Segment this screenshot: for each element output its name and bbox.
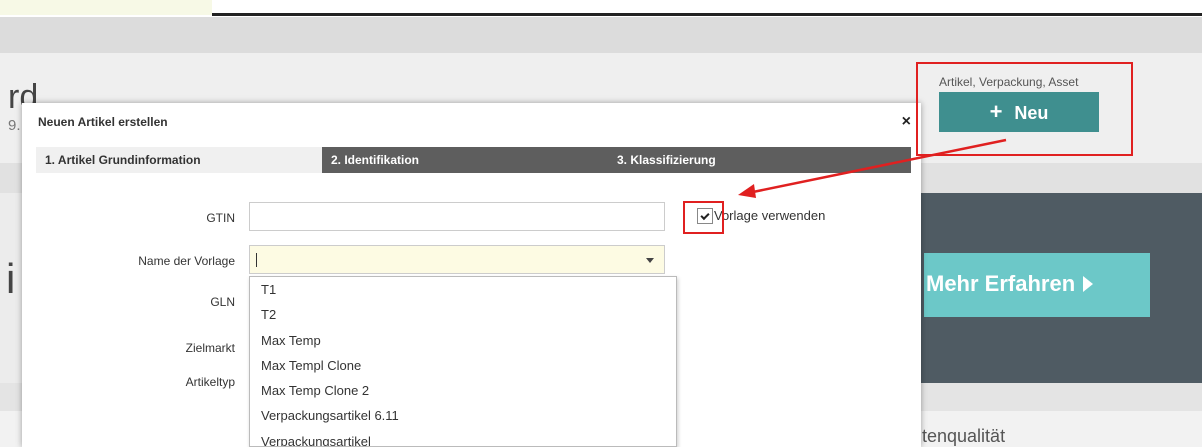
gtin-label: GTIN: [206, 211, 235, 225]
dropdown-option[interactable]: T1: [250, 277, 676, 302]
play-arrow-icon: [1083, 276, 1094, 292]
lower-section-text: tenqualität: [922, 426, 1006, 446]
mehr-erfahren-button[interactable]: Mehr Erfahren: [924, 253, 1150, 317]
annotation-highlight-neu: [916, 62, 1133, 156]
dropdown-option[interactable]: Verpackungsartikel: [250, 429, 676, 446]
gtin-input[interactable]: [249, 202, 665, 231]
dropdown-option[interactable]: T2: [250, 302, 676, 327]
annotation-highlight-checkbox: [683, 201, 724, 234]
top-bar-accent: [0, 0, 212, 15]
chevron-down-icon[interactable]: [646, 258, 654, 263]
dropdown-option[interactable]: Max Templ Clone: [250, 353, 676, 378]
new-article-dialog: Neuen Artikel erstellen × 1. Artikel Gru…: [22, 103, 921, 447]
vorlage-dropdown: T1 T2 Max Temp Max Templ Clone Max Temp …: [249, 276, 677, 447]
wizard-tabs: 1. Artikel Grundinformation 2. Identifik…: [36, 147, 911, 173]
tab-klassifizierung[interactable]: 3. Klassifizierung: [608, 147, 911, 173]
hero-text: i: [6, 255, 16, 302]
tab-grundinformation[interactable]: 1. Artikel Grundinformation: [36, 147, 322, 173]
top-bar-line: [212, 13, 1202, 16]
close-icon[interactable]: ×: [902, 113, 911, 131]
vorlage-select[interactable]: [249, 245, 665, 274]
zielmarkt-label: Zielmarkt: [185, 341, 235, 355]
vorlage-label: Name der Vorlage: [138, 254, 235, 268]
text-cursor: [256, 253, 257, 267]
vorlage-verwenden-label[interactable]: Vorlage verwenden: [714, 208, 825, 223]
dropdown-option[interactable]: Max Temp: [250, 328, 676, 353]
sub-bar: [0, 17, 1202, 53]
dropdown-option[interactable]: Verpackungsartikel 6.11: [250, 403, 676, 428]
dialog-title: Neuen Artikel erstellen: [38, 115, 168, 129]
tab-identifikation[interactable]: 2. Identifikation: [322, 147, 608, 173]
mehr-erfahren-label: Mehr Erfahren: [926, 271, 1076, 296]
gln-label: GLN: [210, 295, 235, 309]
page-subtitle: 9.: [8, 117, 21, 134]
dropdown-option[interactable]: Max Temp Clone 2: [250, 378, 676, 403]
artikeltyp-label: Artikeltyp: [185, 375, 235, 389]
